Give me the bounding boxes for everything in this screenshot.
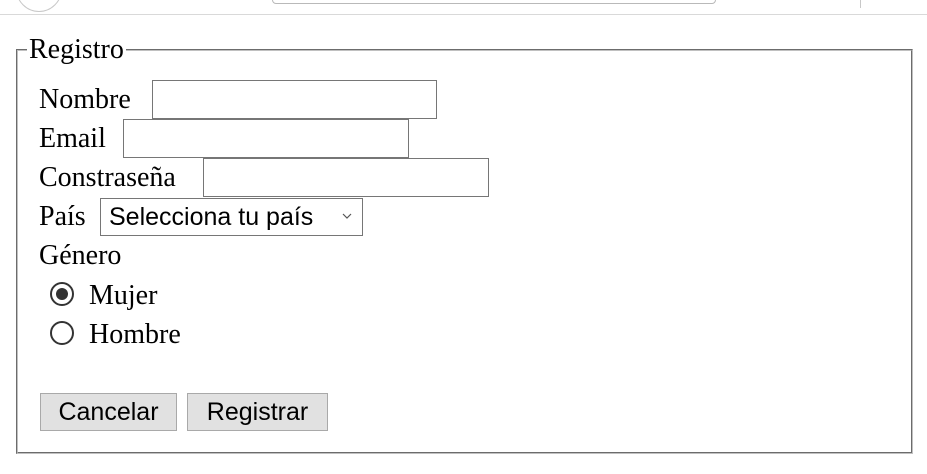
email-input[interactable] [123, 119, 409, 158]
genero-label: Género [39, 240, 122, 271]
radio-mujer[interactable] [50, 282, 74, 306]
nombre-input[interactable] [152, 80, 437, 119]
nombre-label: Nombre [39, 84, 131, 115]
registration-fieldset: Registro [16, 36, 913, 454]
radio-checked-icon [56, 288, 68, 300]
toolbar-divider [860, 0, 861, 8]
register-button[interactable]: Registrar [187, 393, 328, 431]
browser-address-bar[interactable] [272, 0, 716, 4]
pais-select-value: Selecciona tu país [109, 203, 314, 231]
pais-select[interactable]: Selecciona tu país [100, 198, 363, 236]
radio-mujer-label[interactable]: Mujer [89, 280, 157, 312]
email-label: Email [39, 123, 106, 154]
fieldset-legend: Registro [29, 34, 124, 65]
browser-toolbar [0, 0, 927, 15]
radio-hombre-label[interactable]: Hombre [89, 319, 181, 351]
chevron-down-icon [342, 213, 352, 219]
radio-hombre[interactable] [50, 321, 74, 345]
pais-label: País [39, 201, 86, 232]
password-input[interactable] [203, 158, 489, 197]
cancel-button[interactable]: Cancelar [40, 393, 177, 431]
browser-back-button[interactable] [16, 0, 62, 12]
password-label: Constraseña [39, 162, 176, 193]
